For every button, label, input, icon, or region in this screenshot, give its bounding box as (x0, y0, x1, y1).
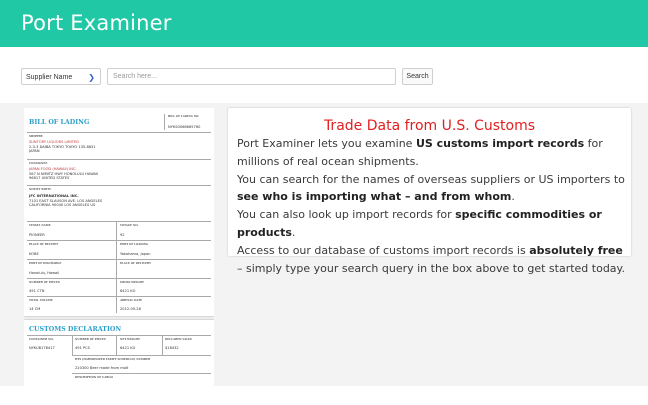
bol-no-label: BILL OF LADING NO. (168, 115, 200, 118)
notify-party-name: JFC INTERNATIONAL INC. (29, 194, 79, 198)
number-of-pieces: 491 CTN (29, 289, 45, 293)
voyage-number: 92 (120, 233, 125, 237)
customs-declaration-page: CUSTOMS DECLARATION CONTAINER NO. NYKU81… (24, 320, 214, 386)
info-paragraph-3: You can also look up import records for … (237, 208, 602, 239)
chevron-down-icon: ❯ (88, 73, 95, 82)
consignee-label: CONSIGNEE (29, 162, 48, 165)
loading-label: PORT OF LOADING (120, 243, 149, 246)
net-weight-label: NET WEIGHT (120, 338, 140, 341)
info-paragraph-4: Access to our database of customs import… (237, 243, 625, 275)
port-of-loading: Yokohama, Japan (120, 252, 151, 256)
customs-title: CUSTOMS DECLARATION (29, 326, 122, 333)
consignee-name: JAPAN FOOD (HAWAII) INC. (29, 167, 77, 171)
shipper-label: SHIPPER (29, 135, 43, 138)
declared-value: $18432 (165, 346, 179, 350)
container-label: CONTAINER NO. (29, 338, 54, 341)
notify-party-address-2: CALIFORNIA 90040 LOS ANGELES US (29, 203, 96, 207)
vessel-label: VESSEL NAME (29, 224, 51, 227)
hts-label: HTS (HARMONIZED TARIFF SCHEDULE) NUMBER (75, 358, 151, 361)
delivery-label: PLACE OF DELIVERY (120, 262, 151, 265)
discharge-label: PORT OF DISCHARGE (29, 262, 62, 265)
receipt-label: PLACE OF RECEIPT (29, 243, 59, 246)
voyage-label: VOYAGE NO. (120, 224, 139, 227)
info-paragraph-1: Port Examiner lets you examine US custom… (237, 137, 603, 168)
info-card: Trade Data from U.S. Customs Port Examin… (228, 108, 631, 275)
total-volume: 14 CM (29, 307, 41, 311)
gross-weight: 6421 KG (120, 289, 136, 293)
pieces-label: NUMBER OF PIECES (29, 281, 60, 284)
sample-document-image: BILL OF LADING BILL OF LADING NO. NYKS00… (24, 108, 214, 386)
hts-code: 220300 Beer made from malt (75, 366, 129, 370)
site-title[interactable]: Port Examiner (21, 11, 172, 35)
search-input[interactable]: Search here... (107, 68, 396, 85)
customs-pieces: 491 PCS (75, 346, 90, 350)
vessel-name: PIONEER (29, 233, 45, 237)
place-of-receipt: KOBE (29, 252, 39, 256)
search-button[interactable]: Search (402, 68, 433, 85)
info-card-title: Trade Data from U.S. Customs (323, 118, 536, 134)
bol-no: NYKS0066665760 (168, 125, 201, 129)
bol-title: BILL OF LADING (29, 119, 90, 126)
cargo-description-label: DESCRIPTION OF CARGO (75, 376, 113, 379)
search-type-select[interactable]: Supplier Name ❯ (21, 68, 101, 85)
notify-party-label: NOTIFY PARTY (29, 188, 52, 191)
shipper-address-2: JAPAN (29, 149, 40, 153)
customs-pieces-label: NUMBER OF PIECES (75, 338, 106, 341)
header-bar: Port Examiner (0, 0, 648, 47)
net-weight: 6421 KG (120, 346, 136, 350)
declared-value-label: DECLARED VALUE (165, 338, 193, 341)
volume-label: TOTAL VOLUME (29, 299, 53, 302)
info-paragraph-2: You can search for the names of overseas… (237, 172, 625, 204)
info-card-body: Port Examiner lets you examine US custom… (237, 135, 629, 277)
gross-weight-label: GROSS WEIGHT (120, 281, 144, 284)
consignee-address-2: 96817 UNITED STATES (29, 176, 70, 180)
search-bar: Supplier Name ❯ Search here... Search (0, 68, 648, 88)
port-of-discharge: Honolulu, Hawaii (29, 271, 60, 275)
search-placeholder: Search here... (113, 73, 157, 80)
bill-of-lading-page: BILL OF LADING BILL OF LADING NO. NYKS00… (24, 108, 214, 316)
arrival-date: 2012-09-26 (120, 307, 141, 311)
search-type-value: Supplier Name (26, 74, 73, 81)
container-number: NYKU8178417 (29, 346, 55, 350)
shipper-name: SUNTORY LIQUORS LIMITED (29, 140, 79, 144)
arrival-label: ARRIVAL DATE (120, 299, 143, 302)
